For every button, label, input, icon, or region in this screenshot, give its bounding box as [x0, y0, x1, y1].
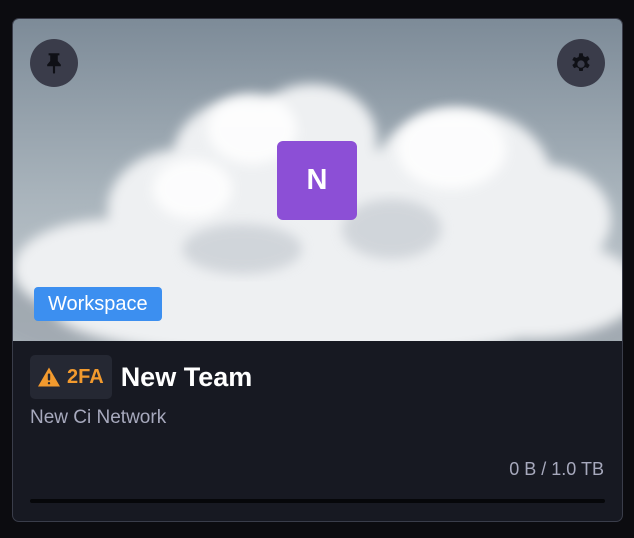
two-factor-label: 2FA	[67, 365, 104, 388]
storage-progress-bar	[30, 499, 605, 503]
team-cover-image: N Workspace	[13, 19, 622, 341]
network-name: New Ci Network	[30, 407, 167, 428]
team-card[interactable]: N Workspace 2FA New Team New Ci Network …	[12, 18, 623, 522]
two-factor-badge: 2FA	[30, 355, 112, 399]
warning-icon	[38, 367, 60, 387]
pin-icon	[47, 53, 61, 75]
team-info: 2FA New Team New Ci Network 0 B / 1.0 TB	[13, 341, 622, 521]
workspace-badge: Workspace	[34, 287, 162, 321]
team-avatar: N	[277, 141, 357, 220]
storage-usage-text: 0 B / 1.0 TB	[509, 459, 604, 479]
team-name[interactable]: New Team	[121, 362, 253, 393]
settings-button[interactable]	[557, 39, 605, 87]
title-row: 2FA New Team	[30, 355, 252, 399]
pin-button[interactable]	[30, 39, 78, 87]
gear-icon	[572, 53, 590, 72]
